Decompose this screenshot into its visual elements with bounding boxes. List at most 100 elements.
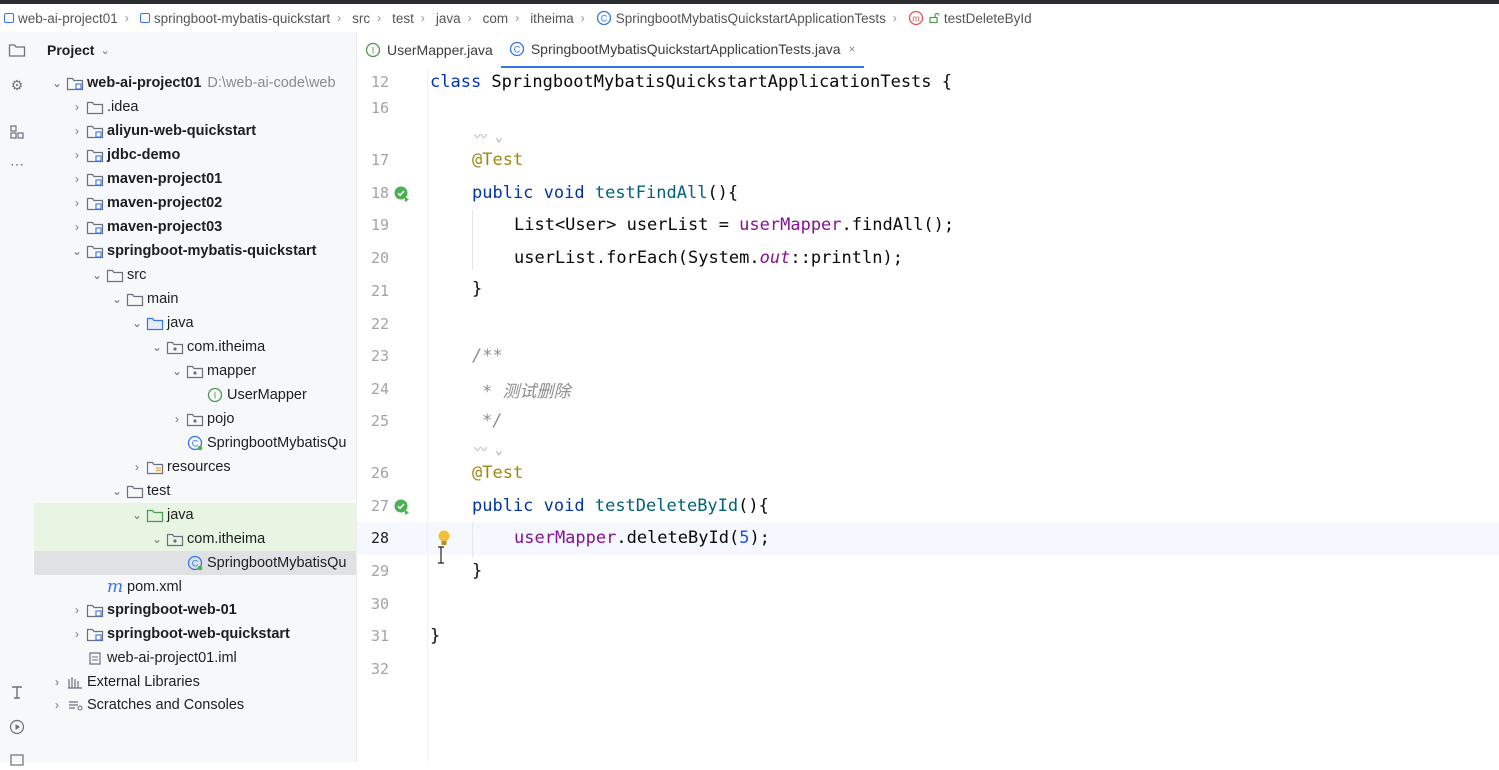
tree-label: java	[167, 507, 194, 523]
code-line-19[interactable]: List<User> userList = userMapper .findAll…	[514, 209, 954, 241]
source-folder-icon	[146, 315, 164, 331]
tree-item[interactable]: ⌄ java	[34, 503, 356, 527]
chevron-down-icon[interactable]: ⌄	[90, 268, 104, 282]
tree-item[interactable]: › jdbc-demo	[34, 143, 356, 167]
code-line-24[interactable]: * 测试删除	[482, 373, 570, 405]
chevron-down-icon[interactable]: ⌄	[110, 292, 124, 306]
tree-item[interactable]: web-ai-project01.iml	[34, 646, 356, 670]
code-line-18[interactable]: public void testFindAll(){	[472, 177, 738, 209]
tree-label: .idea	[107, 99, 139, 115]
tree-item[interactable]: › springboot-web-quickstart	[34, 622, 356, 646]
code-line-23[interactable]: /**	[472, 340, 503, 372]
lightbulb-icon[interactable]	[437, 529, 451, 547]
line-number: 30	[370, 595, 389, 613]
code-line-26[interactable]: @Test	[472, 457, 523, 489]
tree-item[interactable]: › springboot-web-01	[34, 598, 356, 622]
tree-item[interactable]: › maven-project03	[34, 215, 356, 239]
breadcrumb-item[interactable]: itheima	[526, 11, 574, 26]
chevron-right-icon[interactable]: ›	[50, 698, 64, 712]
line-number: 27	[370, 497, 389, 515]
breadcrumb-item[interactable]: springboot-mybatis-quickstart	[136, 11, 330, 26]
line-number: 18	[370, 184, 389, 202]
run-test-icon[interactable]	[393, 498, 411, 516]
tree-item[interactable]: › pojo	[34, 407, 356, 431]
tree-item-selected[interactable]: C SpringbootMybatisQu	[34, 551, 356, 575]
breadcrumb-item[interactable]: C SpringbootMybatisQuickstartApplication…	[592, 10, 886, 26]
tree-item[interactable]: › Scratches and Consoles	[34, 693, 356, 717]
tree-item[interactable]: ⌄ main	[34, 287, 356, 311]
breadcrumb-item[interactable]: src	[348, 11, 370, 26]
chevron-right-icon[interactable]: ›	[130, 460, 144, 474]
tab-usermapper[interactable]: I UserMapper.java	[357, 32, 501, 68]
tree-item[interactable]: › aliyun-web-quickstart	[34, 119, 356, 143]
chevron-right-icon[interactable]: ›	[70, 124, 84, 138]
code-line-17[interactable]: @Test	[472, 144, 523, 176]
code-line-28[interactable]: userMapper .deleteById(5);	[514, 522, 770, 554]
run-icon[interactable]	[7, 717, 27, 737]
terminal-icon[interactable]	[7, 750, 27, 770]
tree-item[interactable]: ⌄ com.itheima	[34, 335, 356, 359]
more-icon[interactable]: ⋯	[7, 154, 27, 174]
chevron-down-icon[interactable]: ⌄	[130, 316, 144, 330]
breadcrumb-item[interactable]: java	[432, 11, 461, 26]
tree-item[interactable]: › maven-project01	[34, 167, 356, 191]
tree-item[interactable]: ⌄ com.itheima	[34, 527, 356, 551]
tree-item[interactable]: › maven-project02	[34, 191, 356, 215]
chevron-right-icon[interactable]: ›	[70, 100, 84, 114]
code-line-27[interactable]: public void testDeleteById(){	[472, 490, 769, 522]
chevron-down-icon[interactable]: ⌄	[170, 364, 184, 378]
tree-label: maven-project01	[107, 171, 223, 187]
tree-item[interactable]: ⌄ src	[34, 263, 356, 287]
chevron-right-icon: ›	[124, 11, 129, 25]
tree-item[interactable]: ⌄ mapper	[34, 359, 356, 383]
chevron-down-icon[interactable]: ⌄	[50, 76, 64, 90]
build-icon[interactable]	[7, 682, 27, 702]
tree-item[interactable]: I UserMapper	[34, 383, 356, 407]
structure-icon[interactable]	[7, 122, 27, 142]
run-test-icon[interactable]	[393, 185, 411, 203]
code-line-29[interactable]: }	[472, 555, 482, 587]
chevron-right-icon[interactable]: ›	[70, 603, 84, 617]
tree-item[interactable]: ⌄ java	[34, 311, 356, 335]
close-icon[interactable]: ×	[849, 42, 856, 56]
tree-label: test	[147, 483, 171, 499]
tree-label: maven-project03	[107, 219, 223, 235]
chevron-right-icon[interactable]: ›	[170, 412, 184, 426]
breadcrumb-item[interactable]: test	[388, 11, 414, 26]
code-line-21[interactable]: }	[472, 273, 482, 305]
panel-header[interactable]: Project ⌄	[34, 32, 356, 68]
folder-icon[interactable]	[7, 40, 27, 60]
chevron-right-icon[interactable]: ›	[50, 675, 64, 689]
chevron-right-icon[interactable]: ›	[70, 627, 84, 641]
breadcrumb-item[interactable]: web-ai-project01	[0, 11, 118, 26]
chevron-right-icon[interactable]: ›	[70, 196, 84, 210]
tree-item[interactable]: ⌄ test	[34, 479, 356, 503]
tree-item[interactable]: m pom.xml	[34, 575, 356, 599]
gear-icon[interactable]: ⚙	[7, 75, 27, 95]
library-icon	[66, 674, 84, 690]
tree-item[interactable]: › resources	[34, 455, 356, 479]
spring-class-icon: C	[186, 435, 204, 451]
breadcrumb-item[interactable]: m testDeleteById	[904, 10, 1032, 26]
tree-item[interactable]: C SpringbootMybatisQu	[34, 431, 356, 455]
tree-label: UserMapper	[227, 387, 307, 403]
tree-label: SpringbootMybatisQu	[207, 435, 347, 451]
code-line-20[interactable]: userList.forEach(System. out::println);	[514, 242, 903, 274]
chevron-down-icon[interactable]: ⌄	[150, 340, 164, 354]
chevron-down-icon[interactable]: ⌄	[150, 532, 164, 546]
indent-guide	[472, 210, 473, 270]
tab-tests[interactable]: C SpringbootMybatisQuickstartApplication…	[500, 32, 864, 68]
code-line-31[interactable]: }	[430, 620, 440, 652]
chevron-down-icon[interactable]: ⌄	[110, 484, 124, 498]
tree-item[interactable]: › .idea	[34, 95, 356, 119]
breadcrumb-item[interactable]: com	[479, 11, 509, 26]
chevron-right-icon[interactable]: ›	[70, 148, 84, 162]
chevron-right-icon[interactable]: ›	[70, 220, 84, 234]
tree-item[interactable]: › External Libraries	[34, 670, 356, 694]
chevron-down-icon[interactable]: ⌄	[70, 244, 84, 258]
chevron-down-icon[interactable]: ⌄	[130, 508, 144, 522]
tree-item[interactable]: ⌄ web-ai-project01 D:\web-ai-code\web	[34, 71, 356, 95]
chevron-right-icon[interactable]: ›	[70, 172, 84, 186]
code-line-12[interactable]: class SpringbootMybatisQuickstartApplica…	[430, 66, 952, 98]
tree-item[interactable]: ⌄ springboot-mybatis-quickstart	[34, 239, 356, 263]
